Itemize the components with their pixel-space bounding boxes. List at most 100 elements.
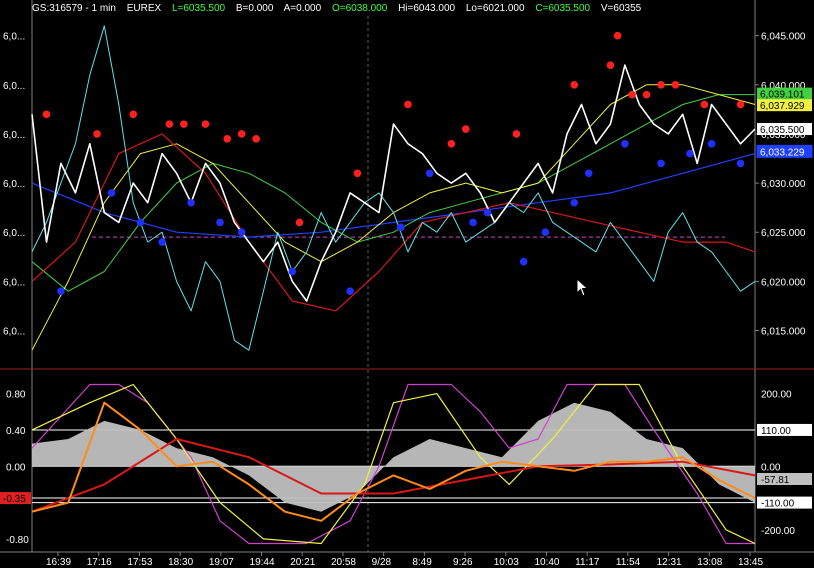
value-tag-label: 6,035.500 — [760, 125, 805, 136]
price-right-tick: 6,015.000 — [761, 327, 806, 338]
blue-signal-dot — [570, 198, 579, 207]
x-axis-label: 13:08 — [697, 557, 722, 568]
osc-right-tick: 0.00 — [761, 462, 781, 473]
x-axis-label: 19:07 — [209, 557, 234, 568]
osc-left-tick: 0.00 — [6, 462, 26, 473]
red-signal-dot — [201, 120, 210, 128]
blue-signal-dot — [425, 169, 434, 178]
last-price: L=6035.500 — [171, 3, 226, 14]
volume-label: V=60355 — [600, 3, 642, 14]
value-tag-label: 6,033.229 — [760, 147, 805, 158]
chart-header: GS:316579 - 1 min EUREX L=6035.500 B=0.0… — [32, 3, 649, 14]
x-axis-label: 17:16 — [87, 557, 112, 568]
price-left-tick: 6,0... — [3, 32, 25, 43]
red-signal-dot — [295, 218, 304, 227]
price-right-tick: 6,045.000 — [761, 32, 806, 43]
price-right-tick: 6,020.000 — [761, 277, 806, 288]
red-signal-dot — [657, 81, 665, 89]
blue-signal-dot — [707, 139, 716, 148]
blue-signal-dot — [584, 169, 593, 178]
blue-signal-dot — [469, 218, 477, 227]
red-signal-dot — [447, 139, 456, 148]
price-series-cyan — [31, 25, 756, 351]
ask-price: A=0.000 — [283, 3, 322, 14]
red-signal-dot — [642, 90, 651, 99]
bid-price: B=0.000 — [235, 3, 274, 14]
osc-right-tick: -110.00 — [761, 499, 795, 510]
price-left-tick: 6,0... — [3, 81, 25, 92]
value-tag-label: 6,039.101 — [760, 90, 805, 101]
blue-signal-dot — [158, 238, 166, 246]
open-price: O=6038.000 — [331, 3, 388, 14]
osc-right-tick: 200.00 — [761, 390, 792, 401]
price-left-tick: 6,0... — [3, 179, 25, 190]
osc-right-tick: -57.81 — [761, 475, 790, 486]
high-price: Hi=6043.000 — [398, 3, 456, 14]
blue-signal-dot — [736, 159, 745, 168]
red-signal-dot — [613, 31, 622, 40]
x-axis-label: 11:54 — [616, 557, 641, 568]
trading-chart[interactable]: 6,045.0006,0...6,040.0006,0...6,035.0006… — [0, 0, 814, 568]
exchange-label: EUREX — [126, 3, 162, 14]
blue-signal-dot — [396, 223, 405, 232]
red-signal-dot — [628, 90, 636, 99]
price-left-tick: 6,0... — [3, 277, 25, 288]
x-axis-label: 13:45 — [738, 557, 763, 568]
x-axis-label: 8:49 — [412, 557, 432, 568]
mouse-pointer-icon — [576, 278, 589, 297]
osc-left-tick: 0.80 — [6, 390, 26, 401]
blue-signal-dot — [136, 218, 145, 227]
x-axis-label: 9:26 — [453, 557, 473, 568]
x-axis-label: 10:40 — [534, 557, 559, 568]
red-signal-dot — [462, 125, 470, 133]
osc-left-tick: -0.80 — [6, 535, 29, 546]
price-right-tick: 6,030.000 — [761, 179, 806, 190]
osc-right-tick: -200.00 — [761, 526, 795, 537]
value-tag-label: 6,037.929 — [760, 101, 805, 112]
red-signal-dot — [180, 120, 188, 128]
red-signal-dot — [223, 135, 232, 143]
blue-signal-dot — [237, 228, 246, 237]
red-signal-dot — [165, 120, 174, 128]
red-signal-dot — [42, 110, 51, 119]
price-right-tick: 6,025.000 — [761, 228, 806, 239]
osc-left-tick: 0.40 — [6, 426, 26, 437]
blue-signal-dot — [107, 189, 116, 197]
red-signal-dot — [353, 169, 362, 178]
x-axis-label: 17:53 — [127, 557, 152, 568]
red-signal-dot — [736, 100, 745, 109]
blue-signal-dot — [346, 287, 354, 296]
red-signal-dot — [129, 110, 138, 119]
red-signal-dot — [570, 81, 579, 89]
x-axis-label: 19:44 — [250, 557, 275, 568]
price-left-tick: 6,0... — [3, 327, 25, 338]
red-signal-dot — [93, 130, 101, 138]
red-signal-dot — [700, 100, 709, 109]
x-axis-label: 20:21 — [290, 557, 315, 568]
red-signal-dot — [252, 135, 260, 143]
red-signal-dot — [404, 100, 412, 109]
price-left-tick: 6,0... — [3, 228, 25, 239]
symbol-label: GS:316579 - 1 min — [32, 3, 116, 14]
osc-left-tick: -0.35 — [3, 494, 26, 505]
red-signal-dot — [606, 61, 615, 69]
blue-signal-dot — [657, 159, 665, 168]
blue-signal-dot — [483, 208, 492, 217]
blue-signal-dot — [57, 287, 65, 296]
x-axis-label: 9/28 — [372, 557, 392, 568]
red-signal-dot — [512, 130, 521, 138]
blue-signal-dot — [621, 139, 629, 148]
low-price: Lo=6021.000 — [465, 3, 525, 14]
red-signal-dot — [237, 130, 246, 138]
price-left-tick: 6,0... — [3, 130, 25, 141]
red-signal-dot — [671, 81, 680, 89]
x-axis-label: 10:03 — [494, 557, 519, 568]
blue-signal-dot — [216, 218, 224, 227]
x-axis-label: 20:58 — [331, 557, 356, 568]
blue-signal-dot — [519, 257, 528, 266]
x-axis-label: 16:39 — [46, 557, 71, 568]
blue-signal-dot — [686, 149, 694, 158]
blue-signal-dot — [288, 267, 297, 276]
x-axis-label: 11:17 — [575, 557, 600, 568]
close-price: C=6035.500 — [535, 3, 591, 14]
